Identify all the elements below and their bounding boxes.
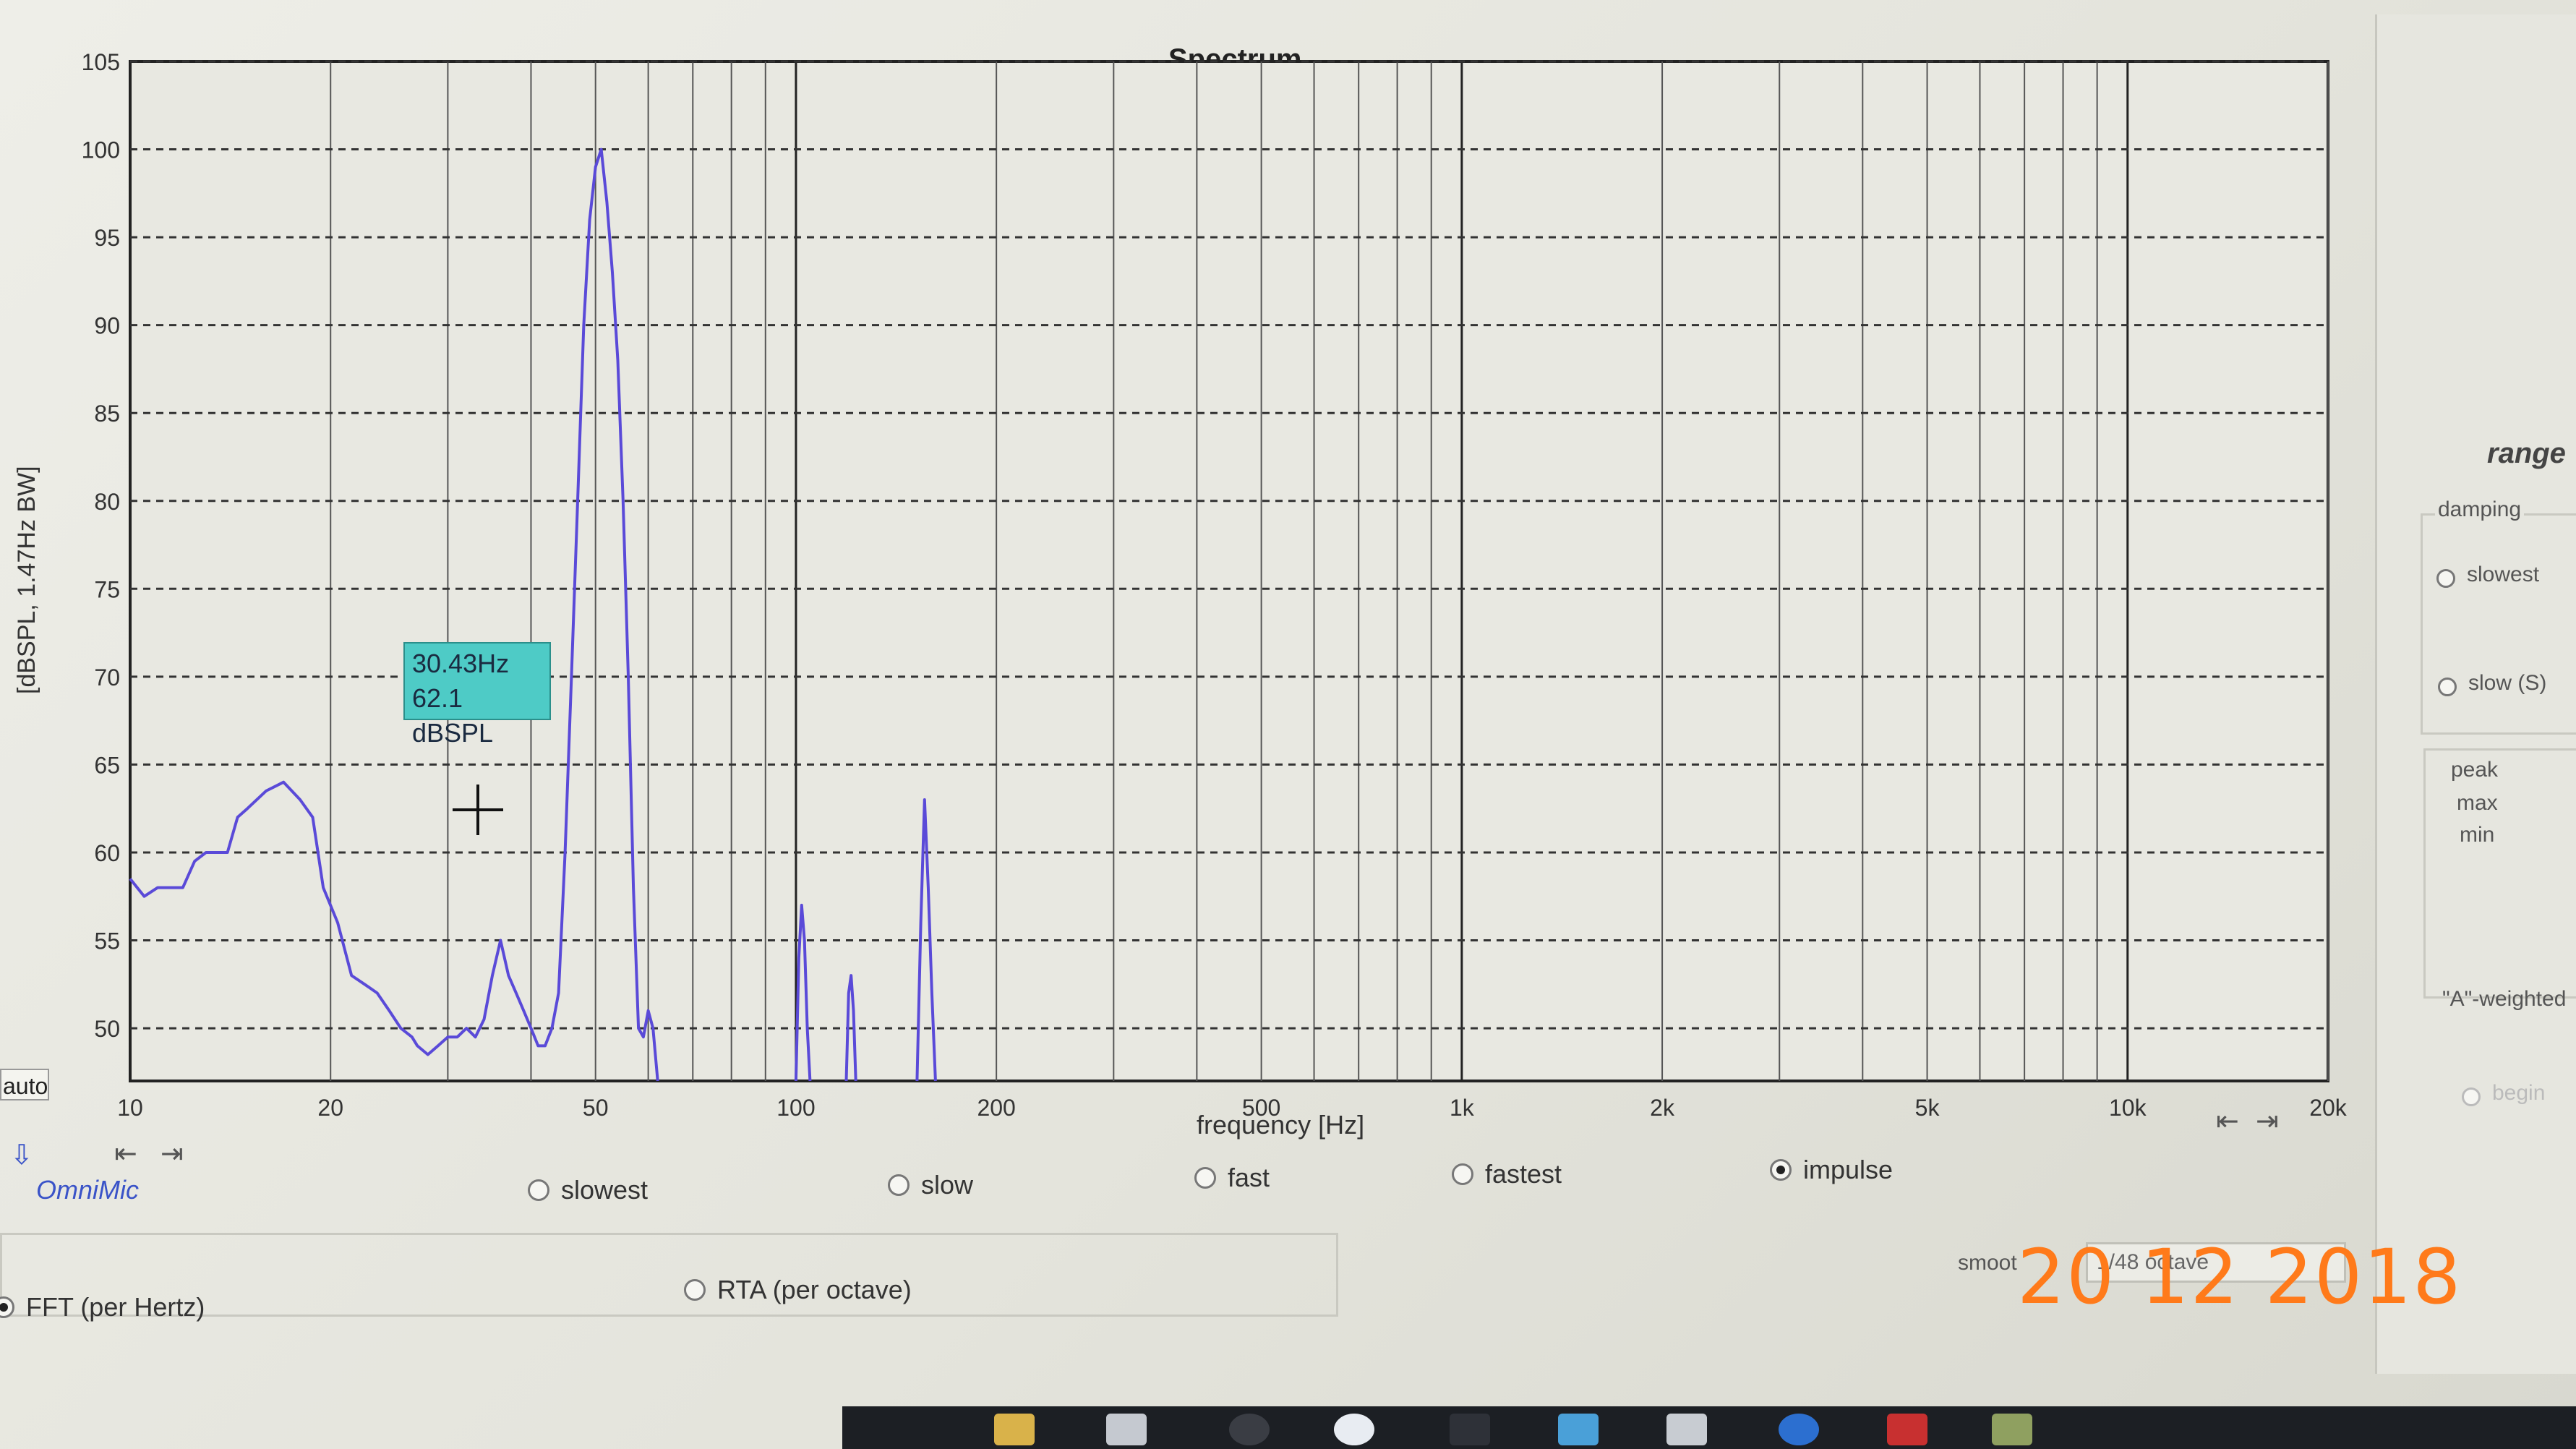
- y-tick-label: 105: [82, 49, 120, 75]
- radio-icon: [1452, 1163, 1473, 1185]
- radio-icon: [2436, 568, 2455, 588]
- taskbar: [842, 1406, 2576, 1449]
- omnimic-window: Spectrum 50 55 60 65 70 75 80 85 90 95 100 105 10 20 5…: [0, 0, 2576, 1449]
- x-tick-label: 1k: [1450, 1095, 1475, 1121]
- x-tick-label: 20: [317, 1095, 343, 1121]
- x-tick-label: 20k: [2309, 1095, 2348, 1121]
- cursor-frequency: 30.43Hz: [412, 649, 510, 678]
- x-tick-label: 100: [776, 1095, 815, 1121]
- zoom-out-left-icon[interactable]: ⇤: [2216, 1105, 2239, 1137]
- hold-min[interactable]: min: [2460, 823, 2494, 847]
- x-tick-label: 2k: [1650, 1095, 1675, 1121]
- x-tick-label: 50: [583, 1095, 609, 1121]
- radio-icon: [888, 1174, 910, 1196]
- hp-icon[interactable]: [1334, 1414, 1374, 1445]
- mail-icon[interactable]: [1666, 1414, 1707, 1445]
- y-tick-label: 55: [94, 928, 120, 954]
- x-tick-label: 5k: [1915, 1095, 1940, 1121]
- damping-impulse[interactable]: impulse: [1770, 1155, 1893, 1185]
- zoom-out-right-icon[interactable]: ⇥: [2256, 1105, 2279, 1137]
- a-weighted-label[interactable]: "A"-weighted: [2442, 987, 2566, 1012]
- damping-slow[interactable]: slow: [888, 1170, 973, 1200]
- y-tick-label: 60: [94, 840, 120, 866]
- plot-area: [129, 60, 2329, 1082]
- media-icon[interactable]: [1229, 1414, 1270, 1445]
- x-axis-label: frequency [Hz]: [1197, 1110, 1365, 1140]
- weather-icon[interactable]: [1558, 1414, 1599, 1445]
- cursor-level: 62.1 dBSPL: [412, 683, 494, 748]
- right-damping-title: damping: [2435, 497, 2525, 522]
- radio-icon: [2438, 677, 2457, 696]
- mode-rta[interactable]: RTA (per octave): [684, 1275, 912, 1305]
- radio-icon: [528, 1179, 549, 1201]
- damping-fast[interactable]: fast: [1194, 1163, 1270, 1193]
- auto-scale-button[interactable]: auto: [0, 1069, 49, 1100]
- radio-icon: [684, 1279, 706, 1301]
- hold-group: [2423, 748, 2576, 999]
- x-tick-label: 10: [117, 1095, 143, 1121]
- cursor-readout: 30.43Hz 62.1 dBSPL: [403, 642, 551, 748]
- y-tick-label: 95: [94, 225, 120, 251]
- file-explorer-icon[interactable]: [994, 1414, 1035, 1445]
- amazon-icon[interactable]: [1450, 1414, 1490, 1445]
- edge-icon[interactable]: [1779, 1414, 1819, 1445]
- hold-peak[interactable]: peak: [2451, 758, 2498, 782]
- right-damping-group: [2421, 513, 2576, 735]
- y-tick-label: 90: [94, 313, 120, 339]
- x-tick-label: 10k: [2109, 1095, 2147, 1121]
- store-icon[interactable]: [1106, 1414, 1147, 1445]
- y-axis-label: [dBSPL, 1.47Hz BW]: [13, 466, 40, 694]
- radio-icon: [2462, 1087, 2481, 1106]
- audio-app-icon[interactable]: [1992, 1414, 2032, 1445]
- acrobat-icon[interactable]: [1887, 1414, 1927, 1445]
- radio-icon: [1194, 1167, 1216, 1189]
- range-label: range: [2487, 437, 2566, 469]
- damping-slowest[interactable]: slowest: [528, 1175, 648, 1205]
- crosshair-cursor: [453, 785, 503, 835]
- spectrum-chart[interactable]: 5055606570758085909510010510 20 50 100 200 50…: [0, 0, 2576, 1449]
- hold-max[interactable]: max: [2457, 791, 2498, 816]
- damping-fastest[interactable]: fastest: [1452, 1159, 1562, 1189]
- date-stamp: 20 12 2018: [2017, 1233, 2462, 1321]
- y-tick-label: 50: [94, 1016, 120, 1042]
- y-tick-label: 70: [94, 664, 120, 691]
- radio-selected-icon: [1770, 1159, 1792, 1181]
- smoothing-label: smoot: [1958, 1251, 2017, 1275]
- radio-selected-icon: [0, 1296, 14, 1318]
- right-damping-slow[interactable]: slow (S): [2438, 671, 2546, 696]
- y-tick-label: 100: [82, 137, 120, 163]
- y-tick-label: 80: [94, 489, 120, 515]
- right-damping-slowest[interactable]: slowest: [2436, 563, 2539, 588]
- mode-fft[interactable]: FFT (per Hertz): [0, 1292, 205, 1322]
- begin-button[interactable]: begin: [2462, 1081, 2545, 1106]
- y-tick-label: 65: [94, 752, 120, 778]
- damping-group: [0, 1150, 2364, 1215]
- x-tick-label: 200: [977, 1095, 1015, 1121]
- y-tick-label: 85: [94, 401, 120, 427]
- y-tick-label: 75: [94, 576, 120, 602]
